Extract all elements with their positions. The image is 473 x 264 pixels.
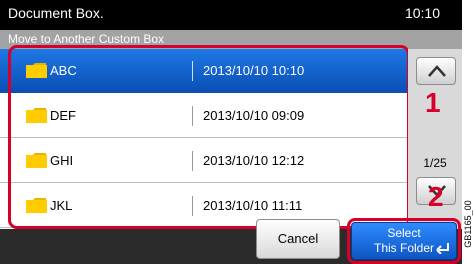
callout-number-2: 2 (428, 181, 444, 212)
list-callout-box (8, 45, 410, 229)
panel-screen: Document Box. 10:10 Move to Another Cust… (0, 0, 462, 264)
callout-number-1: 1 (425, 87, 441, 118)
clock: 10:10 (404, 5, 440, 21)
cancel-button[interactable]: Cancel (256, 219, 340, 259)
title-bar: Document Box. 10:10 (0, 0, 462, 30)
scroll-up-button[interactable] (416, 57, 456, 85)
chevron-up-icon (428, 65, 446, 77)
subtitle: Move to Another Custom Box (8, 32, 165, 46)
page-indicator: 1/25 (423, 156, 447, 170)
figure-code: GB1165_00 (463, 184, 473, 264)
select-callout-box (347, 218, 461, 264)
pager-panel: 1 1/25 2 (408, 49, 462, 229)
figure-code-text: GB1165_00 (463, 200, 473, 248)
page-title: Document Box. (8, 5, 104, 21)
